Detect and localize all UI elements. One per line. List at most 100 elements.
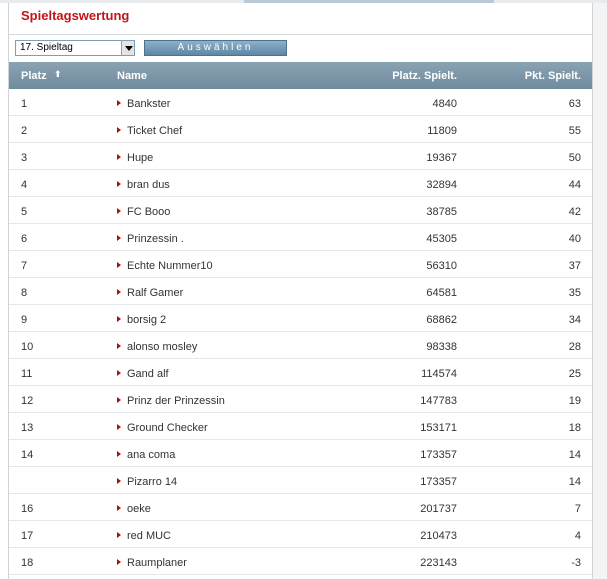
table-row: 16 oeke 201737 7 bbox=[9, 494, 592, 521]
title-divider bbox=[9, 34, 592, 35]
player-name-link[interactable]: red MUC bbox=[127, 530, 171, 542]
platz-spielt-cell: 153171 bbox=[420, 422, 457, 434]
arrow-bullet-icon bbox=[117, 235, 121, 241]
rank-cell: 8 bbox=[21, 287, 28, 299]
player-name-link[interactable]: Ralf Gamer bbox=[127, 287, 183, 299]
arrow-bullet-icon bbox=[117, 370, 121, 376]
pkt-spielt-cell: 63 bbox=[568, 98, 581, 110]
column-header-pkt-spielt[interactable]: Pkt. Spielt. bbox=[525, 70, 581, 82]
arrow-bullet-icon bbox=[117, 559, 121, 565]
platz-spielt-cell: 173357 bbox=[420, 476, 457, 488]
select-button[interactable]: Auswählen bbox=[144, 40, 287, 56]
pkt-spielt-cell: 25 bbox=[568, 368, 581, 380]
pkt-spielt-cell: 28 bbox=[568, 341, 581, 353]
table-row: Pizarro 14 173357 14 bbox=[9, 467, 592, 494]
platz-spielt-cell: 223143 bbox=[420, 557, 457, 569]
pkt-spielt-cell: 44 bbox=[568, 179, 581, 191]
arrow-bullet-icon bbox=[117, 208, 121, 214]
page-scrollbar[interactable] bbox=[593, 3, 607, 579]
platz-spielt-cell: 210473 bbox=[420, 530, 457, 542]
rank-cell: 16 bbox=[21, 503, 34, 515]
player-name-link[interactable]: Ticket Chef bbox=[127, 125, 182, 137]
arrow-bullet-icon bbox=[117, 505, 121, 511]
column-header-platz[interactable]: Platz bbox=[21, 70, 47, 82]
platz-spielt-cell: 201737 bbox=[420, 503, 457, 515]
rank-cell: 12 bbox=[21, 395, 34, 407]
player-name-link[interactable]: Raumplaner bbox=[127, 557, 187, 569]
sort-ascending-icon[interactable]: ⬆ bbox=[54, 69, 62, 80]
table-row: 9 borsig 2 68862 34 bbox=[9, 305, 592, 332]
rank-cell: 4 bbox=[21, 179, 28, 191]
arrow-bullet-icon bbox=[117, 289, 121, 295]
pkt-spielt-cell: 34 bbox=[568, 314, 581, 326]
matchday-select[interactable]: 17. Spieltag bbox=[15, 40, 135, 56]
table-row: 13 Ground Checker 153171 18 bbox=[9, 413, 592, 440]
platz-spielt-cell: 56310 bbox=[426, 260, 457, 272]
chevron-down-icon[interactable] bbox=[121, 41, 134, 55]
pkt-spielt-cell: 35 bbox=[568, 287, 581, 299]
arrow-bullet-icon bbox=[117, 181, 121, 187]
platz-spielt-cell: 32894 bbox=[426, 179, 457, 191]
rank-cell: 7 bbox=[21, 260, 28, 272]
arrow-bullet-icon bbox=[117, 316, 121, 322]
player-name-link[interactable]: alonso mosley bbox=[127, 341, 197, 353]
pkt-spielt-cell: 4 bbox=[574, 530, 581, 542]
player-name-link[interactable]: Hupe bbox=[127, 152, 153, 164]
table-row: 5 FC Booo 38785 42 bbox=[9, 197, 592, 224]
ranking-table-body: 1 Bankster 4840 63 2 Ticket Chef 11809 55 3 Hupe 1… bbox=[9, 89, 592, 575]
pkt-spielt-cell: 14 bbox=[568, 476, 581, 488]
platz-spielt-cell: 38785 bbox=[426, 206, 457, 218]
pkt-spielt-cell: 19 bbox=[568, 395, 581, 407]
platz-spielt-cell: 19367 bbox=[426, 152, 457, 164]
player-name-link[interactable]: Prinzessin . bbox=[127, 233, 184, 245]
player-name-link[interactable]: ana coma bbox=[127, 449, 175, 461]
pkt-spielt-cell: 42 bbox=[568, 206, 581, 218]
player-name-link[interactable]: Ground Checker bbox=[127, 422, 208, 434]
rank-cell: 17 bbox=[21, 530, 34, 542]
pkt-spielt-cell: 14 bbox=[568, 449, 581, 461]
platz-spielt-cell: 114574 bbox=[421, 368, 457, 380]
rank-cell: 11 bbox=[21, 368, 33, 380]
arrow-bullet-icon bbox=[117, 127, 121, 133]
player-name-link[interactable]: FC Booo bbox=[127, 206, 170, 218]
rank-cell: 1 bbox=[21, 98, 28, 110]
arrow-bullet-icon bbox=[117, 100, 121, 106]
player-name-link[interactable]: oeke bbox=[127, 503, 151, 515]
arrow-bullet-icon bbox=[117, 262, 121, 268]
player-name-link[interactable]: Bankster bbox=[127, 98, 170, 110]
table-row: 8 Ralf Gamer 64581 35 bbox=[9, 278, 592, 305]
table-row: 4 bran dus 32894 44 bbox=[9, 170, 592, 197]
table-row: 6 Prinzessin . 45305 40 bbox=[9, 224, 592, 251]
matchday-select-value: 17. Spieltag bbox=[20, 42, 73, 53]
column-header-name[interactable]: Name bbox=[117, 70, 147, 82]
platz-spielt-cell: 4840 bbox=[432, 98, 457, 110]
arrow-bullet-icon bbox=[117, 154, 121, 160]
rank-cell: 9 bbox=[21, 314, 28, 326]
rank-cell: 6 bbox=[21, 233, 28, 245]
arrow-bullet-icon bbox=[117, 478, 121, 484]
table-row: 10 alonso mosley 98338 28 bbox=[9, 332, 592, 359]
player-name-link[interactable]: bran dus bbox=[127, 179, 170, 191]
table-row: 18 Raumplaner 223143 -3 bbox=[9, 548, 592, 575]
rank-cell: 13 bbox=[21, 422, 34, 434]
player-name-link[interactable]: Prinz der Prinzessin bbox=[127, 395, 225, 407]
player-name-link[interactable]: Echte Nummer10 bbox=[127, 260, 213, 272]
pkt-spielt-cell: 55 bbox=[568, 125, 581, 137]
pkt-spielt-cell: 7 bbox=[574, 503, 581, 515]
table-row: 14 ana coma 173357 14 bbox=[9, 440, 592, 467]
platz-spielt-cell: 11809 bbox=[427, 125, 457, 137]
platz-spielt-cell: 173357 bbox=[420, 449, 457, 461]
column-header-platz-spielt[interactable]: Platz. Spielt. bbox=[392, 70, 457, 82]
player-name-link[interactable]: borsig 2 bbox=[127, 314, 166, 326]
pkt-spielt-cell: -3 bbox=[571, 557, 581, 569]
table-row: 17 red MUC 210473 4 bbox=[9, 521, 592, 548]
table-row: 7 Echte Nummer10 56310 37 bbox=[9, 251, 592, 278]
table-header: Platz ⬆ Name Platz. Spielt. Pkt. Spielt. bbox=[9, 62, 592, 89]
player-name-link[interactable]: Pizarro 14 bbox=[127, 476, 177, 488]
ranking-panel: Spieltagswertung 17. Spieltag Auswählen … bbox=[8, 3, 593, 579]
page-title: Spieltagswertung bbox=[21, 8, 130, 23]
platz-spielt-cell: 98338 bbox=[426, 341, 457, 353]
platz-spielt-cell: 64581 bbox=[426, 287, 457, 299]
player-name-link[interactable]: Gand alf bbox=[127, 368, 169, 380]
arrow-bullet-icon bbox=[117, 397, 121, 403]
